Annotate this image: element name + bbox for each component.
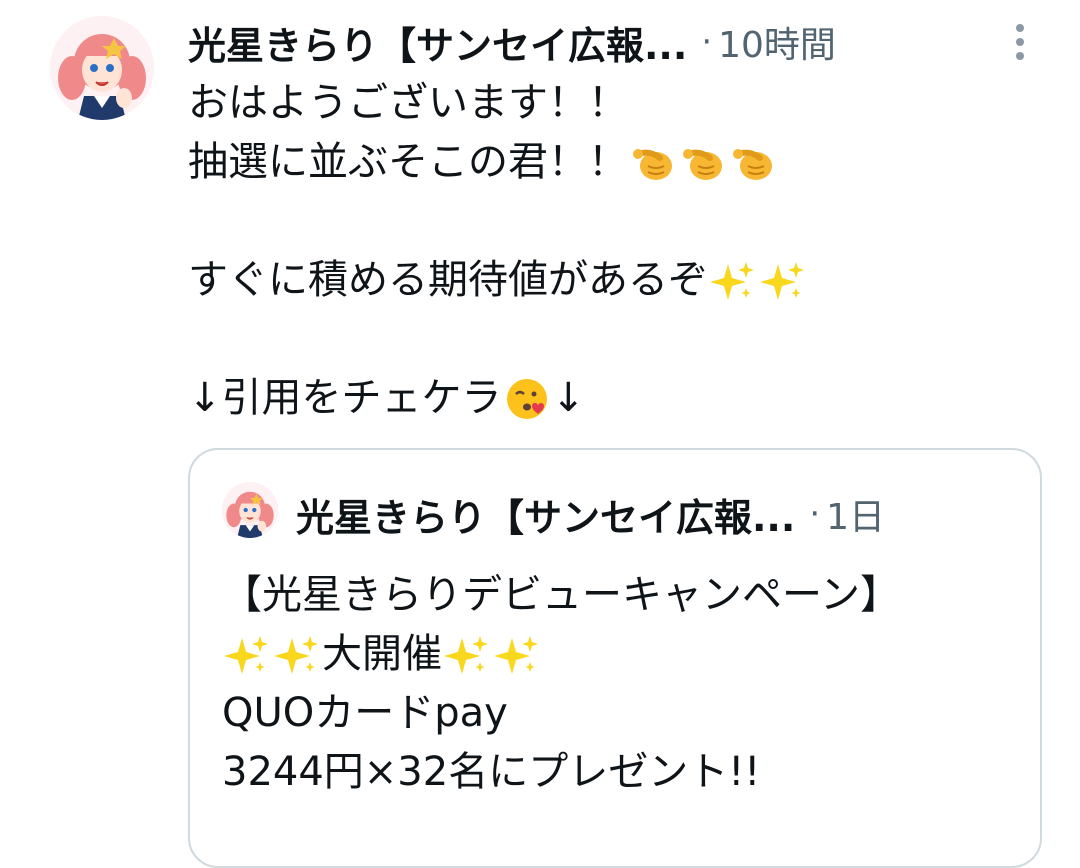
quoted-line: QUOカードpay (222, 684, 1022, 743)
quoted-author-avatar (222, 482, 278, 538)
tweet-line: すぐに積める期待値があるぞ (188, 251, 1038, 310)
tweet-line-text: おはようございます！！ (188, 80, 628, 126)
author-name[interactable]: 光星きらり【サンセイ広報... (188, 15, 687, 70)
more-vertical-icon[interactable] (1006, 20, 1034, 64)
quoted-tweet-body: 【光星きらりデビューキャンペーン】 大開催 QUOカードpay 3244円×32… (222, 566, 1022, 802)
sparkles-icon (444, 632, 490, 678)
tweet-line: おはようございます！！ (188, 74, 1038, 133)
tweet-line-text: 抽選に並ぶそこの君！！ (188, 139, 628, 185)
quoted-author-name: 光星きらり【サンセイ広報... (296, 495, 796, 540)
sparkles-icon (710, 258, 756, 304)
pointing-hand-icon (680, 140, 726, 186)
tweet-line-text: すぐに積める期待値があるぞ (188, 257, 708, 303)
tweet-timestamp[interactable]: 10時間 (718, 16, 836, 68)
quoted-tweet-header: 光星きらり【サンセイ広報... · 1日 (296, 486, 885, 542)
tweet-header: 光星きらり【サンセイ広報... · 10時間 (188, 14, 978, 70)
separator-dot: · (809, 494, 821, 534)
separator-dot: · (701, 22, 713, 62)
sparkles-icon (274, 632, 320, 678)
quoted-line-text: 【光星きらりデビューキャンペーン】 (222, 572, 900, 618)
tweet-line-text: ↓引用をチェケラ (188, 375, 502, 421)
quoted-line-text: QUOカードpay (222, 690, 508, 736)
tweet-body: おはようございます！！ 抽選に並ぶそこの君！！ すぐに積める期待値があるぞ ↓引… (188, 74, 1038, 428)
pointing-hand-icon (730, 140, 776, 186)
sparkles-icon (760, 258, 806, 304)
tweet-line-text: ↓ (551, 375, 586, 421)
author-avatar[interactable] (50, 16, 154, 120)
kissing-face-icon (504, 376, 550, 422)
pointing-hand-icon (630, 140, 676, 186)
sparkles-icon (494, 632, 540, 678)
tweet-line: 抽選に並ぶそこの君！！ (188, 133, 1038, 192)
quoted-line: 3244円×32名にプレゼント!! (222, 743, 1022, 802)
tweet-line: ↓引用をチェケラ ↓ (188, 369, 1038, 428)
sparkles-icon (224, 632, 270, 678)
quoted-line: 大開催 (222, 625, 1022, 684)
quoted-line-text: 3244円×32名にプレゼント!! (222, 749, 761, 795)
quoted-line: 【光星きらりデビューキャンペーン】 (222, 566, 1022, 625)
quoted-line-text: 大開催 (322, 631, 442, 677)
quoted-tweet-timestamp: 1日 (826, 497, 886, 538)
